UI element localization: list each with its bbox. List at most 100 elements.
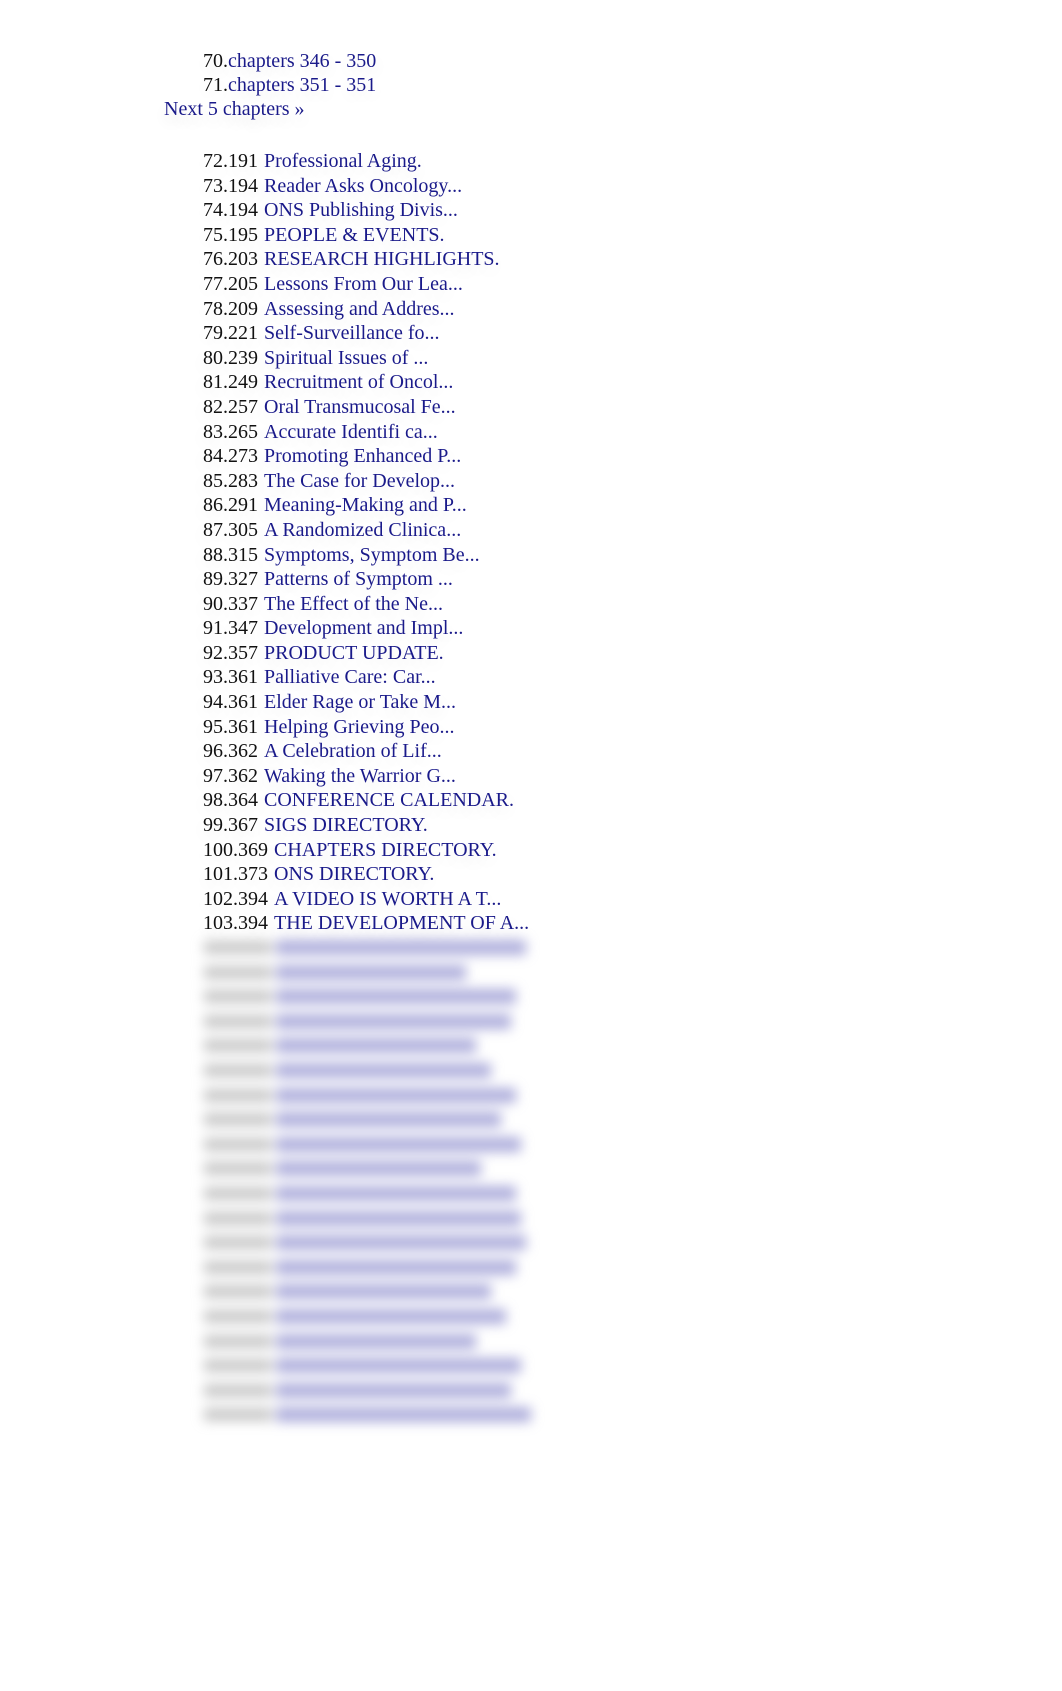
article-number: 81.249 — [203, 371, 258, 394]
article-item: 101.373 ONS DIRECTORY. — [203, 862, 529, 887]
article-link[interactable]: Accurate Identifi ca... — [264, 421, 438, 443]
article-link[interactable]: Professional Aging. — [264, 150, 422, 172]
blurred-row — [200, 960, 560, 985]
blurred-title — [276, 1210, 521, 1226]
article-link[interactable]: SIGS DIRECTORY. — [264, 814, 428, 836]
article-link[interactable]: Waking the Warrior G... — [264, 765, 456, 787]
article-number: 74.194 — [203, 199, 258, 222]
article-link[interactable]: A Randomized Clinica... — [264, 519, 461, 541]
article-number: 80.239 — [203, 346, 258, 369]
article-number: 91.347 — [203, 617, 258, 640]
blurred-row — [200, 1402, 560, 1427]
article-item: 86.291 Meaning-Making and P... — [203, 493, 529, 518]
article-item: 94.361 Elder Rage or Take M... — [203, 690, 529, 715]
article-link[interactable]: Self-Surveillance fo... — [264, 322, 440, 344]
article-item: 73.194 Reader Asks Oncology... — [203, 174, 529, 199]
blurred-row — [200, 1009, 560, 1034]
article-number: 75.195 — [203, 223, 258, 246]
blurred-title — [276, 1161, 481, 1177]
article-link[interactable]: Development and Impl... — [264, 617, 463, 639]
article-link[interactable]: A Celebration of Lif... — [264, 740, 442, 762]
blurred-number — [204, 1408, 272, 1422]
blurred-row — [200, 1083, 560, 1108]
article-link[interactable]: Promoting Enhanced P... — [264, 445, 461, 467]
article-link[interactable]: Recruitment of Oncol... — [264, 371, 453, 393]
blurred-row — [200, 1181, 560, 1206]
blurred-row — [200, 1033, 560, 1058]
article-link[interactable]: Patterns of Symptom ... — [264, 568, 453, 590]
article-item: 74.194 ONS Publishing Divis... — [203, 198, 529, 223]
chapter-link[interactable]: chapters 351 - 351 — [228, 74, 376, 96]
article-link[interactable]: Oral Transmucosal Fe... — [264, 396, 456, 418]
chapter-number: 70. — [203, 50, 228, 72]
article-item: 72.191 Professional Aging. — [203, 149, 529, 174]
article-item: 98.364 CONFERENCE CALENDAR. — [203, 788, 529, 813]
article-item: 84.273 Promoting Enhanced P... — [203, 444, 529, 469]
article-item: 81.249 Recruitment of Oncol... — [203, 370, 529, 395]
blurred-number — [204, 1186, 272, 1200]
article-link[interactable]: Spiritual Issues of ... — [264, 347, 428, 369]
article-link[interactable]: A VIDEO IS WORTH A T... — [274, 888, 501, 910]
blurred-row — [200, 1329, 560, 1354]
blurred-title — [276, 1308, 506, 1324]
article-link[interactable]: Assessing and Addres... — [264, 298, 455, 320]
article-item: 80.239 Spiritual Issues of ... — [203, 346, 529, 371]
blurred-number — [204, 1113, 272, 1127]
article-link[interactable]: Palliative Care: Car... — [264, 666, 436, 688]
article-link[interactable]: ONS DIRECTORY. — [274, 863, 434, 885]
article-link[interactable]: Helping Grieving Peo... — [264, 716, 455, 738]
article-link[interactable]: ONS Publishing Divis... — [264, 199, 458, 221]
article-item: 90.337 The Effect of the Ne... — [203, 592, 529, 617]
blurred-title — [276, 1013, 511, 1029]
article-item: 102.394 A VIDEO IS WORTH A T... — [203, 887, 529, 912]
chapter-link[interactable]: chapters 346 - 350 — [228, 50, 376, 72]
article-number: 72.191 — [203, 150, 258, 172]
blurred-title — [276, 1112, 501, 1128]
article-link[interactable]: THE DEVELOPMENT OF A... — [274, 912, 529, 934]
article-link[interactable]: PEOPLE & EVENTS. — [264, 224, 445, 246]
blurred-row — [200, 1132, 560, 1157]
article-item: 79.221 Self-Surveillance fo... — [203, 321, 529, 346]
article-item: 85.283 The Case for Develop... — [203, 469, 529, 494]
article-number: 73.194 — [203, 174, 258, 197]
article-link[interactable]: The Effect of the Ne... — [264, 593, 443, 615]
article-link[interactable]: CHAPTERS DIRECTORY. — [274, 839, 497, 861]
article-link[interactable]: PRODUCT UPDATE. — [264, 642, 444, 664]
article-link[interactable]: CONFERENCE CALENDAR. — [264, 789, 514, 811]
article-link[interactable]: The Case for Develop... — [264, 470, 455, 492]
article-number: 102.394 — [203, 887, 268, 910]
article-link[interactable]: Reader Asks Oncology... — [264, 175, 462, 197]
blurred-title — [276, 1087, 516, 1103]
blurred-number — [204, 1063, 272, 1077]
article-number: 90.337 — [203, 592, 258, 615]
article-link[interactable]: Elder Rage or Take M... — [264, 691, 456, 713]
blurred-row — [200, 1107, 560, 1132]
article-link[interactable]: Meaning-Making and P... — [264, 494, 467, 516]
blurred-title — [276, 1038, 476, 1054]
blurred-number — [204, 1088, 272, 1102]
blurred-number — [204, 990, 272, 1004]
blurred-number — [204, 1014, 272, 1028]
article-item: 77.205 Lessons From Our Lea... — [203, 272, 529, 297]
article-number: 86.291 — [203, 494, 258, 517]
article-item: 103.394 THE DEVELOPMENT OF A... — [203, 911, 529, 936]
article-link[interactable]: RESEARCH HIGHLIGHTS. — [264, 248, 500, 270]
blurred-row — [200, 1206, 560, 1231]
article-item: 96.362 A Celebration of Lif... — [203, 739, 529, 764]
blurred-title — [276, 940, 526, 955]
blurred-number — [204, 1211, 272, 1225]
article-number: 95.361 — [203, 715, 258, 738]
article-link[interactable]: Symptoms, Symptom Be... — [264, 544, 480, 566]
chapter-list: 70.chapters 346 - 350 71.chapters 351 - 3… — [203, 49, 376, 97]
article-number: 83.265 — [203, 420, 258, 443]
article-link[interactable]: Lessons From Our Lea... — [264, 273, 463, 295]
next-chapters-link[interactable]: Next 5 chapters » — [164, 97, 305, 121]
blurred-number — [204, 1236, 272, 1250]
blurred-row — [200, 1255, 560, 1280]
article-number: 96.362 — [203, 740, 258, 763]
blurred-article-list — [200, 935, 560, 1430]
article-number: 82.257 — [203, 395, 258, 418]
blurred-number — [204, 1383, 272, 1397]
article-item: 91.347 Development and Impl... — [203, 616, 529, 641]
article-item: 100.369 CHAPTERS DIRECTORY. — [203, 838, 529, 863]
